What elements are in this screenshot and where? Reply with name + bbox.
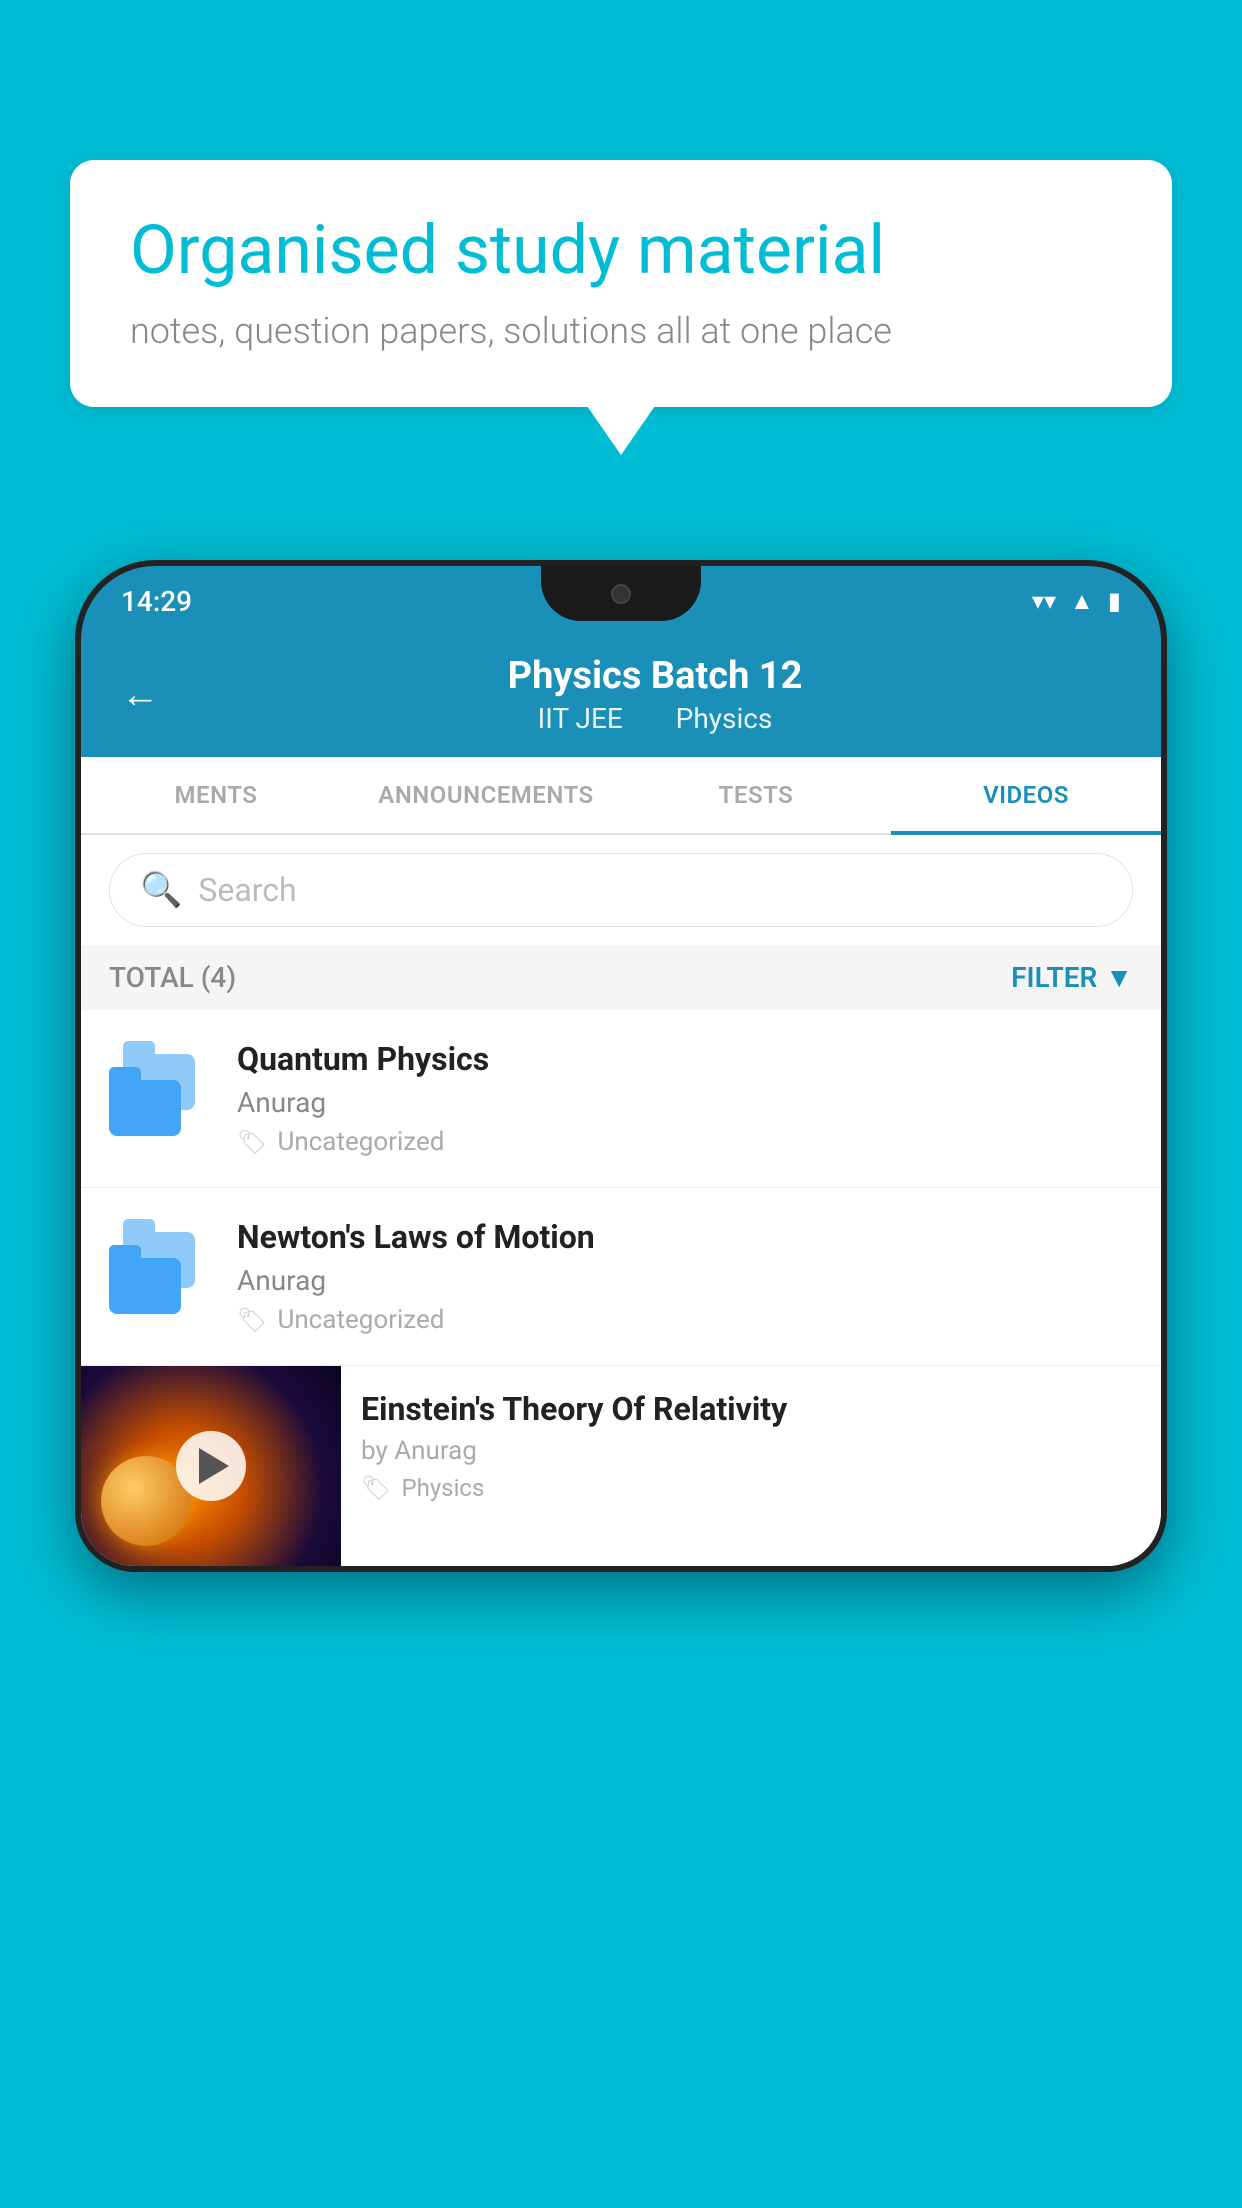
folder-thumb-2 xyxy=(109,1227,209,1327)
wifi-icon: ▾▾ xyxy=(1032,587,1056,615)
subtitle-separator xyxy=(646,702,660,735)
tag-label-3: Physics xyxy=(401,1474,484,1502)
list-item[interactable]: Einstein's Theory Of Relativity by Anura… xyxy=(81,1366,1161,1566)
camera xyxy=(611,584,631,604)
search-icon: 🔍 xyxy=(140,870,182,910)
tag-icon: 🏷 xyxy=(237,1128,267,1156)
app-header: ← Physics Batch 12 IIT JEE Physics xyxy=(81,636,1161,757)
search-box[interactable]: 🔍 Search xyxy=(109,853,1133,927)
tag-icon: 🏷 xyxy=(237,1306,267,1334)
video-list: Quantum Physics Anurag 🏷 Uncategorized xyxy=(81,1010,1161,1566)
header-title: Physics Batch 12 xyxy=(189,654,1121,698)
total-count: TOTAL (4) xyxy=(109,961,236,994)
battery-icon: ▮ xyxy=(1108,587,1121,615)
volume-up-button xyxy=(75,866,81,956)
volume-down-button xyxy=(75,986,81,1076)
header-title-block: Physics Batch 12 IIT JEE Physics xyxy=(189,654,1121,735)
tag-label-1: Uncategorized xyxy=(277,1127,444,1157)
filter-funnel-icon: ▼ xyxy=(1105,961,1133,994)
video-author-1: Anurag xyxy=(237,1086,1133,1119)
search-container: 🔍 Search xyxy=(81,835,1161,945)
search-placeholder: Search xyxy=(198,871,296,909)
header-subtitle: IIT JEE Physics xyxy=(189,702,1121,735)
folder-icon xyxy=(109,1232,209,1322)
subtitle-iitjee: IIT JEE xyxy=(538,702,623,735)
folder-front xyxy=(109,1080,181,1136)
video-thumbnail-3 xyxy=(81,1366,341,1566)
video-tag-3: 🏷 Physics xyxy=(361,1474,1141,1502)
video-author-3: by Anurag xyxy=(361,1436,1141,1466)
video-title-1: Quantum Physics xyxy=(237,1040,1133,1078)
phone-wrapper: 14:29 ▾▾ ▲ ▮ ← Physics Batch 12 IIT JEE … xyxy=(75,560,1167,2208)
tab-announcements[interactable]: ANNOUNCEMENTS xyxy=(351,757,621,833)
filter-label: FILTER xyxy=(1011,961,1097,994)
status-bar: 14:29 ▾▾ ▲ ▮ xyxy=(81,566,1161,636)
filter-button[interactable]: FILTER ▼ xyxy=(1011,961,1133,994)
folder-icon xyxy=(109,1054,209,1144)
notch xyxy=(541,566,701,621)
bubble-subtitle: notes, question papers, solutions all at… xyxy=(130,310,1112,352)
video-author-2: Anurag xyxy=(237,1264,1133,1297)
video-info-2: Newton's Laws of Motion Anurag 🏷 Uncateg… xyxy=(237,1218,1133,1335)
tab-ments[interactable]: MENTS xyxy=(81,757,351,833)
folder-thumb-1 xyxy=(109,1049,209,1149)
tag-label-2: Uncategorized xyxy=(277,1305,444,1335)
list-item[interactable]: Newton's Laws of Motion Anurag 🏷 Uncateg… xyxy=(81,1188,1161,1366)
folder-front xyxy=(109,1258,181,1314)
video-title-3: Einstein's Theory Of Relativity xyxy=(361,1390,1141,1428)
list-item[interactable]: Quantum Physics Anurag 🏷 Uncategorized xyxy=(81,1010,1161,1188)
video-title-2: Newton's Laws of Motion xyxy=(237,1218,1133,1256)
bubble-title: Organised study material xyxy=(130,210,1112,292)
status-icons: ▾▾ ▲ ▮ xyxy=(1032,587,1121,616)
subtitle-physics: Physics xyxy=(676,702,773,735)
video-info-1: Quantum Physics Anurag 🏷 Uncategorized xyxy=(237,1040,1133,1157)
tag-icon: 🏷 xyxy=(361,1474,391,1502)
video-tag-2: 🏷 Uncategorized xyxy=(237,1305,1133,1335)
video-tag-1: 🏷 Uncategorized xyxy=(237,1127,1133,1157)
speech-bubble: Organised study material notes, question… xyxy=(70,160,1172,407)
play-icon xyxy=(199,1448,229,1484)
tabs-bar: MENTS ANNOUNCEMENTS TESTS VIDEOS xyxy=(81,757,1161,835)
back-button[interactable]: ← xyxy=(121,673,159,717)
filter-bar: TOTAL (4) FILTER ▼ xyxy=(81,945,1161,1010)
status-time: 14:29 xyxy=(121,585,192,618)
play-button[interactable] xyxy=(176,1431,246,1501)
phone-frame: 14:29 ▾▾ ▲ ▮ ← Physics Batch 12 IIT JEE … xyxy=(75,560,1167,1572)
signal-icon: ▲ xyxy=(1070,587,1094,616)
video-info-3: Einstein's Theory Of Relativity by Anura… xyxy=(341,1366,1161,1526)
tab-tests[interactable]: TESTS xyxy=(621,757,891,833)
power-button xyxy=(1161,866,1167,946)
tab-videos[interactable]: VIDEOS xyxy=(891,757,1161,833)
